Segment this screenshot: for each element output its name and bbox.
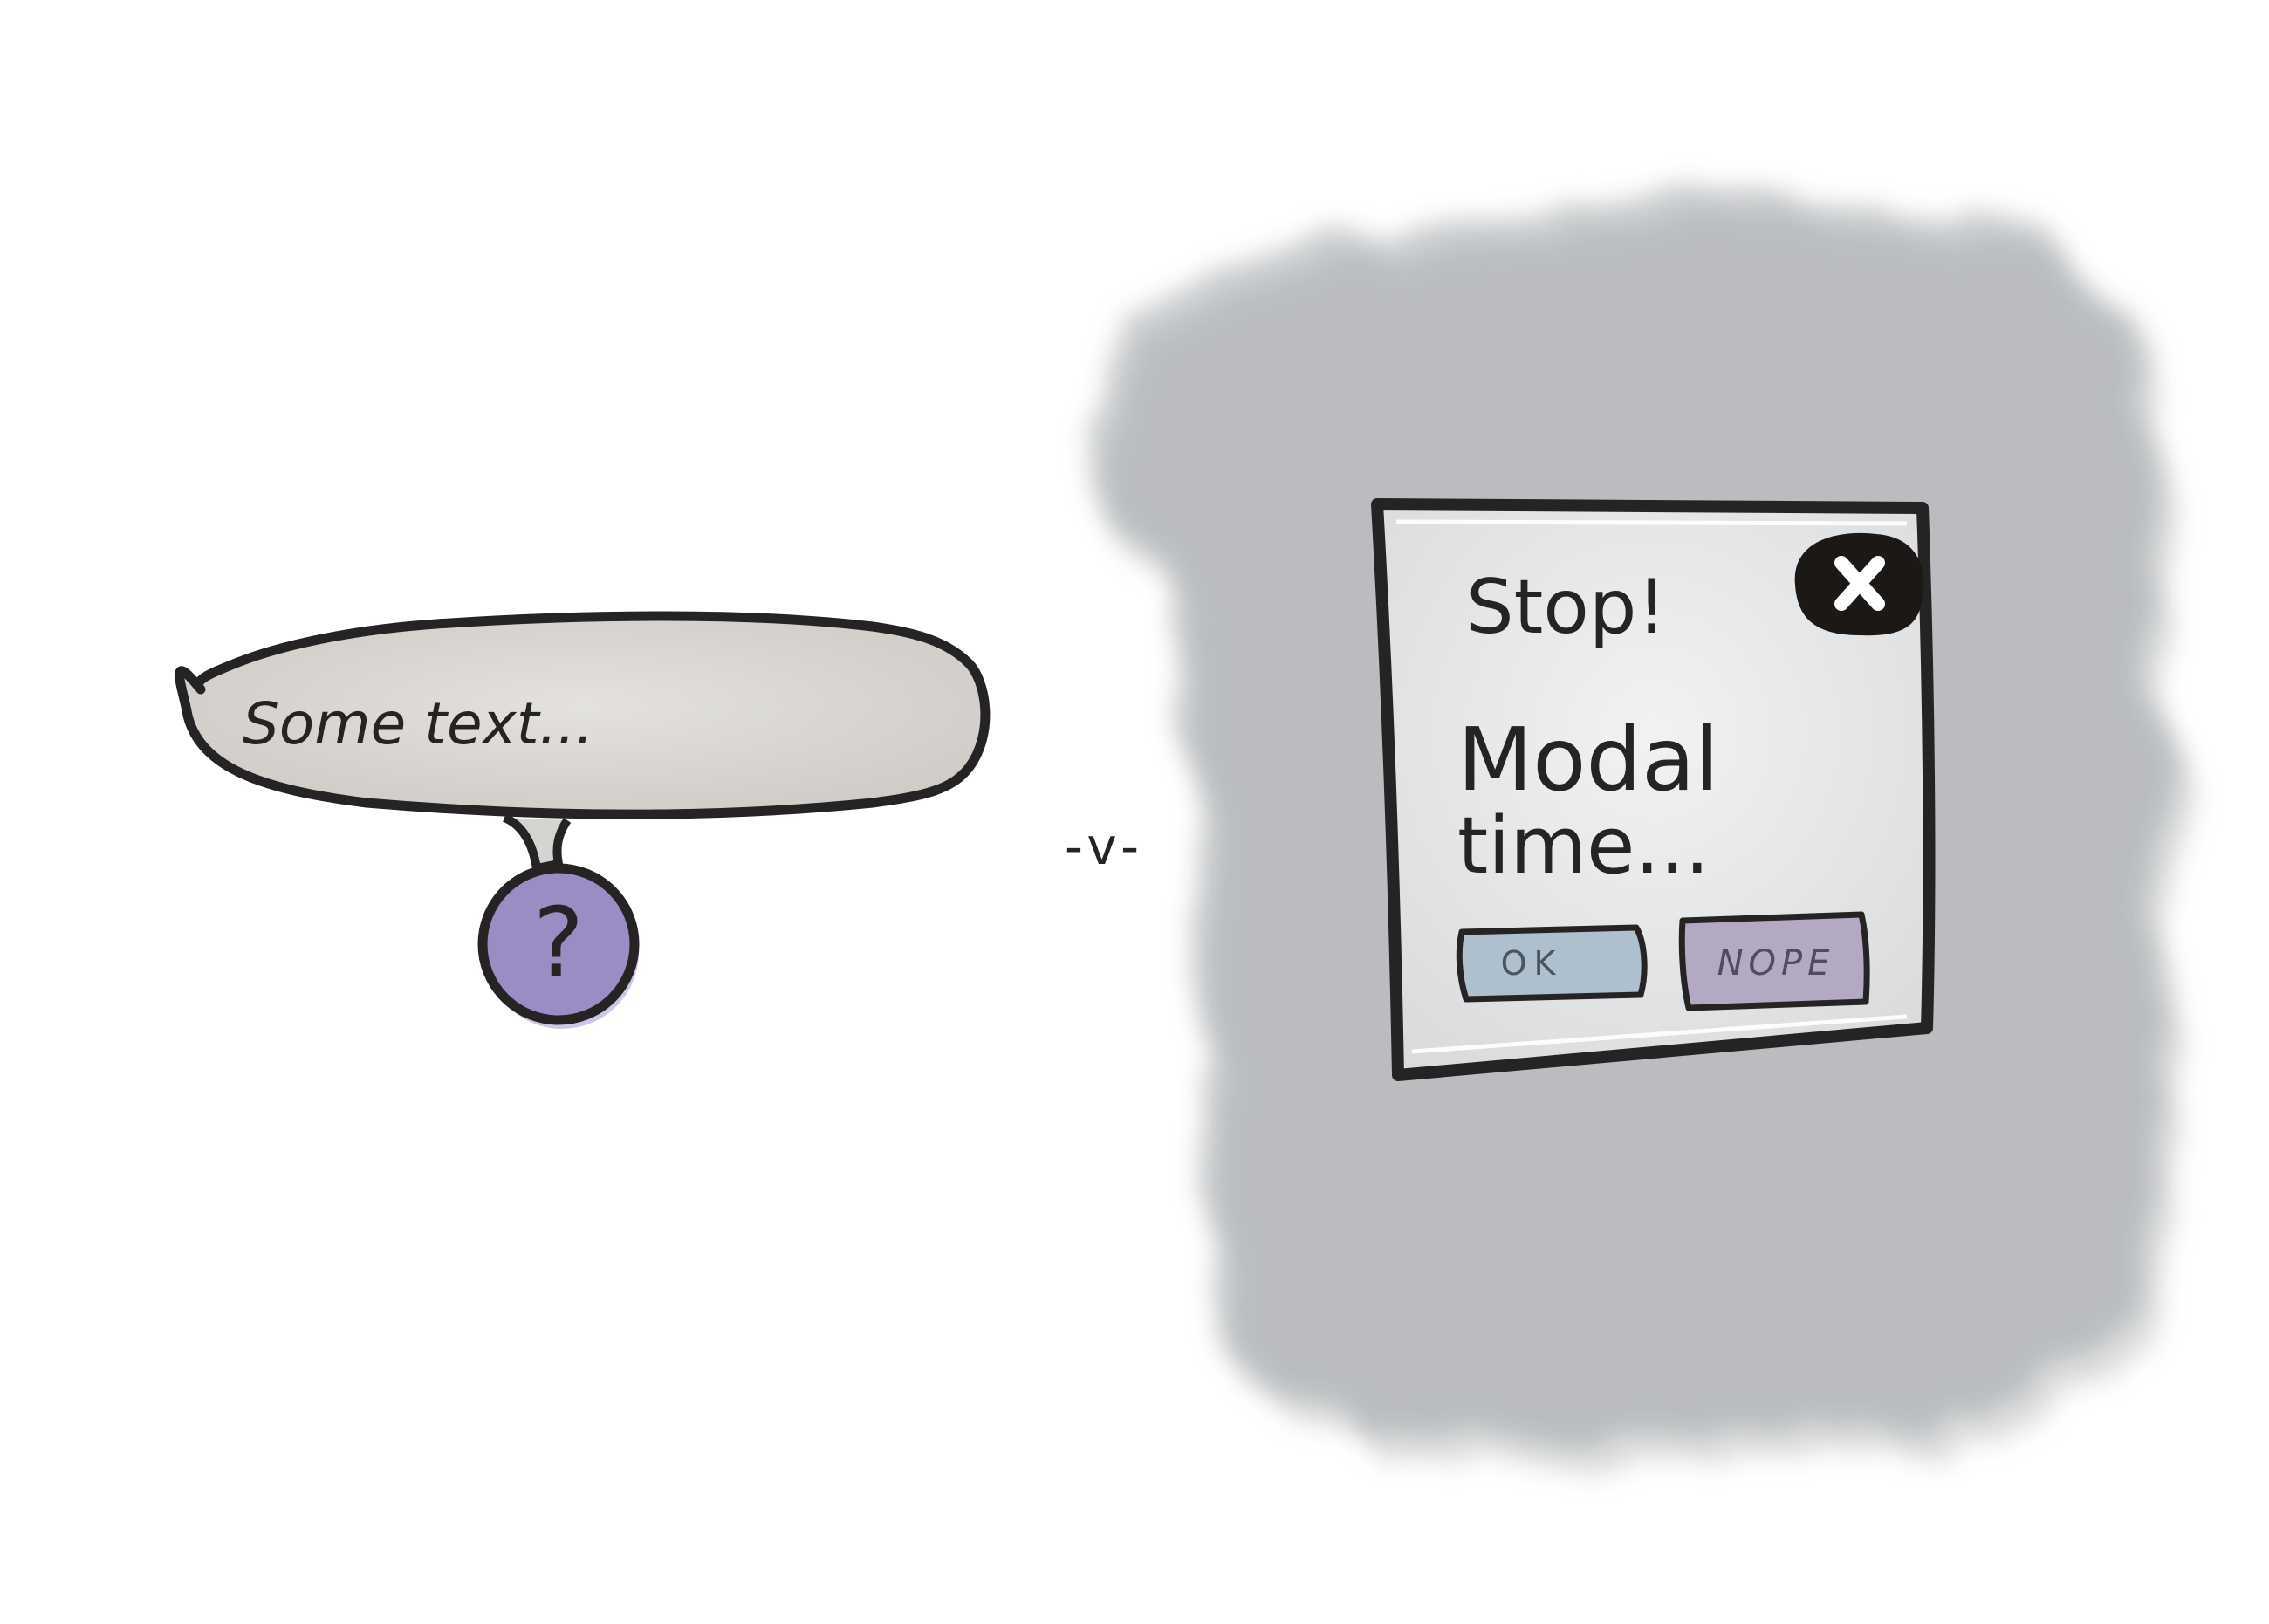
ok-button[interactable]: OK	[1456, 924, 1648, 1003]
nope-button[interactable]: NOPE	[1678, 911, 1870, 1011]
modal-body-line-1: Modal	[1457, 709, 1719, 811]
modal-dialog: Stop! Modal time... OK NOPE	[1371, 498, 1936, 1081]
ok-button-label: OK	[1501, 944, 1563, 983]
sketch-svg: Some text... ? -v- Stop! Modal time... O…	[175, 195, 2182, 1468]
versus-separator: -v-	[1065, 817, 1144, 876]
help-icon-glyph: ?	[533, 887, 584, 998]
modal-close-button[interactable]	[1794, 532, 1923, 636]
modal-body-line-2: time...	[1457, 800, 1710, 892]
modal-title: Stop!	[1466, 564, 1667, 651]
tooltip-bubble: Some text...	[175, 611, 991, 873]
tooltip-text: Some text...	[243, 690, 594, 757]
sketch-canvas: Some text... ? -v- Stop! Modal time... O…	[0, 0, 2269, 1624]
help-icon[interactable]: ?	[477, 863, 640, 1029]
nope-button-label: NOPE	[1717, 943, 1835, 983]
